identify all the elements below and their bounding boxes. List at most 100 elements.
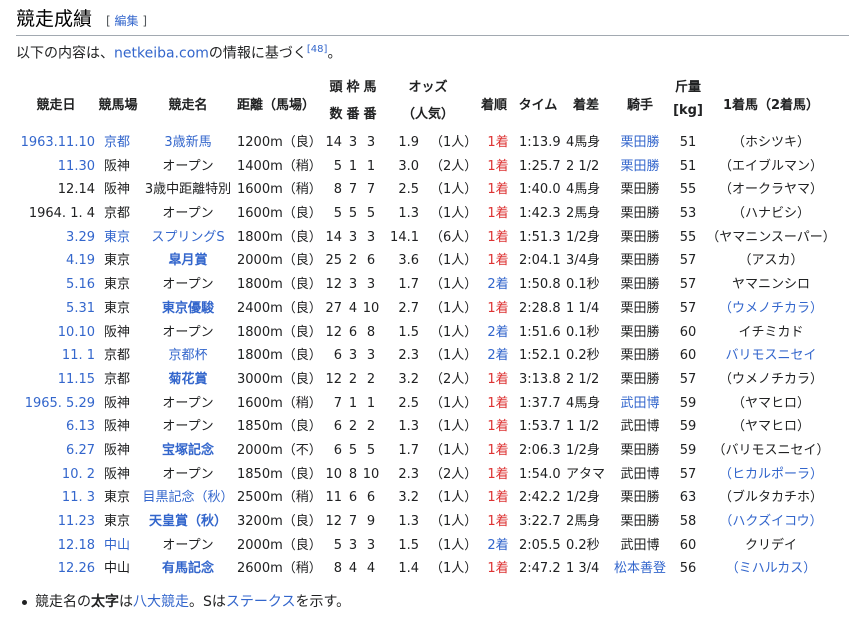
cell-race[interactable]: 東京優駿 — [162, 297, 214, 321]
cell-date[interactable]: 11. 3 — [62, 486, 95, 510]
cell-place: 1着 — [487, 490, 509, 506]
cell-winner[interactable]: （ウメノチカラ） — [719, 297, 823, 321]
cell-time: 2:05.5 — [519, 537, 561, 553]
table-row: 12.18 中山 オープン 2000m（良） 5 3 3 1.5 （1人） 2着 2:05.5 0.2… — [0, 534, 855, 558]
cell-waku: 7 — [348, 182, 358, 198]
cell-jockey: 栗田勝 — [620, 253, 660, 269]
cell-odds: 2.5 — [398, 182, 419, 198]
cell-date[interactable]: 11.23 — [58, 510, 95, 534]
cell-time: 1:25.7 — [519, 158, 561, 174]
cell-heads: 5 — [333, 158, 342, 174]
cell-uma: 5 — [366, 442, 376, 458]
cell-jockey[interactable]: 松本善登 — [614, 557, 666, 581]
cell-uma: 6 — [366, 253, 376, 269]
cell-venue[interactable]: 京都 — [104, 131, 130, 155]
cell-venue: 東京 — [103, 490, 131, 506]
cell-jockey[interactable]: 栗田勝 — [620, 155, 659, 179]
cell-odds: 14.1 — [390, 229, 419, 245]
cell-winner[interactable]: （ハクズイコウ） — [719, 510, 822, 534]
cell-dist: 2000m（不） — [237, 442, 322, 458]
cell-date[interactable]: 11.30 — [58, 155, 95, 179]
cell-waku: 4 — [348, 300, 358, 316]
cell-winner: （オークラヤマ） — [718, 182, 824, 198]
cell-date[interactable]: 1963.11.10 — [21, 131, 95, 155]
cell-venue: 阪神 — [103, 442, 131, 458]
cell-date[interactable]: 4.19 — [66, 249, 95, 273]
header-place: 着順 — [480, 98, 508, 113]
cell-venue: 阪神 — [103, 466, 131, 482]
cell-pop: （6人） — [430, 229, 478, 245]
cell-date[interactable]: 3.29 — [66, 226, 95, 250]
table-row: 12.26 中山 有馬記念 2600m（稍） 8 4 4 1.4 （1人） 1着 2:47.2 1 3… — [0, 557, 855, 581]
cell-winner[interactable]: （ミハルカス） — [726, 557, 817, 581]
section-heading: 競走成績 [ 編集 ] — [16, 4, 849, 36]
cell-margin: 4馬身 — [566, 182, 601, 198]
edit-bracket-close: ] — [138, 14, 148, 28]
cell-heads: 6 — [333, 442, 342, 458]
cell-jockey[interactable]: 武田博 — [620, 392, 659, 416]
cell-date[interactable]: 11.15 — [58, 368, 95, 392]
cell-heads: 27 — [325, 300, 342, 316]
cell-dist: 1800m（良） — [237, 277, 322, 293]
cell-dist: 1400m（稍） — [237, 158, 322, 174]
eight-big-races-link[interactable]: 八大競走 — [133, 594, 189, 610]
cell-waku: 2 — [348, 253, 358, 269]
cell-venue[interactable]: 中山 — [104, 534, 130, 558]
cell-date[interactable]: 11. 1 — [62, 344, 95, 368]
cell-heads: 5 — [333, 537, 342, 553]
cell-venue[interactable]: 東京 — [104, 226, 130, 250]
cell-margin: 2 1/2 — [566, 371, 600, 387]
cell-winner: クリデイ — [744, 537, 798, 553]
cell-weight: 57 — [679, 253, 697, 269]
cell-winner[interactable]: バリモスニセイ — [725, 344, 816, 368]
cell-race: オープン — [162, 419, 214, 435]
cell-pop: （1人） — [430, 537, 478, 553]
cell-race: オープン — [162, 466, 214, 482]
cell-jockey: 武田博 — [620, 419, 660, 435]
cell-time: 3:13.8 — [519, 371, 561, 387]
cell-race: 3歳中距離特別 — [144, 182, 232, 198]
cell-place: 2着 — [487, 277, 509, 293]
cell-race[interactable]: 宝塚記念 — [162, 439, 214, 463]
cell-jockey: 栗田勝 — [620, 348, 660, 364]
stakes-link[interactable]: ステークス — [226, 594, 296, 610]
cell-margin: 0.1秒 — [566, 277, 600, 293]
cell-winner[interactable]: （ヒカルポーラ） — [719, 463, 823, 487]
cell-race[interactable]: 皐月賞 — [168, 249, 207, 273]
cell-race[interactable]: 目黒記念（秋） — [142, 486, 233, 510]
cell-date[interactable]: 5.31 — [66, 297, 95, 321]
cell-date[interactable]: 6.27 — [66, 439, 95, 463]
cell-odds: 2.7 — [398, 300, 419, 316]
cell-place: 1着 — [487, 182, 509, 198]
cell-date[interactable]: 6.13 — [66, 415, 95, 439]
reference-link[interactable]: [48] — [307, 44, 328, 55]
cell-date[interactable]: 5.16 — [66, 273, 95, 297]
cell-date[interactable]: 12.18 — [58, 534, 95, 558]
cell-race[interactable]: 菊花賞 — [168, 368, 207, 392]
header-time: タイム — [518, 98, 558, 113]
cell-date[interactable]: 10. 2 — [62, 463, 95, 487]
edit-link[interactable]: 編集 — [115, 14, 139, 28]
cell-waku: 6 — [348, 490, 358, 506]
cell-jockey[interactable]: 栗田勝 — [620, 131, 659, 155]
cell-waku: 3 — [348, 537, 358, 553]
cell-heads: 5 — [333, 206, 342, 222]
cell-weight: 51 — [679, 135, 697, 150]
cell-race[interactable]: 天皇賞（秋） — [149, 510, 227, 534]
cell-time: 2:04.1 — [519, 253, 561, 269]
table-row: 5.31 東京 東京優駿 2400m（良） 27 4 10 2.7 （1人） 1着 2:28.8 1 … — [0, 297, 855, 321]
cell-race[interactable]: 3歳新馬 — [164, 131, 211, 155]
cell-place: 1着 — [487, 229, 509, 245]
header-margin: 着差 — [572, 98, 600, 113]
netkeiba-link[interactable]: netkeiba.com — [114, 46, 209, 62]
table-row: 4.19 東京 皐月賞 2000m（良） 25 2 6 3.6 （1人） 1着 2:04.1 3/4身… — [0, 249, 855, 273]
cell-race[interactable]: 有馬記念 — [162, 557, 214, 581]
section-title: 競走成績 — [16, 8, 93, 30]
cell-date[interactable]: 12.26 — [58, 557, 95, 581]
edit-bracket-open: [ — [106, 14, 115, 28]
cell-date[interactable]: 10.10 — [58, 321, 95, 345]
cell-waku: 8 — [348, 466, 358, 482]
cell-race[interactable]: スプリングS — [151, 226, 224, 250]
cell-race[interactable]: 京都杯 — [168, 344, 207, 368]
cell-date[interactable]: 1965. 5.29 — [25, 392, 95, 416]
